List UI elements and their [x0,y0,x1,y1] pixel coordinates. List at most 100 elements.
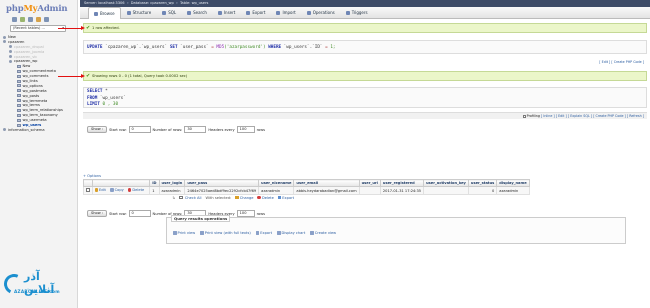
tab-label: Browse [100,10,115,16]
cell-display-name[interactable]: azaradmin [496,186,530,195]
structure-icon [126,11,131,15]
options-toggle[interactable]: + Options [83,174,101,178]
cell-user-pass[interactable]: 2464e7025aed8bdf9ec2292cfcb47f69 [184,186,260,195]
table-icon [17,103,21,107]
docs-icon[interactable] [28,17,33,22]
display-chart-link[interactable]: Display chart [277,231,305,235]
export-icon [255,231,260,235]
tab-search[interactable]: Search [182,7,212,19]
logout-icon[interactable] [20,17,25,22]
create-view-link[interactable]: Create view [310,231,336,235]
browse-icon [94,11,98,16]
tree-item-label: wp_term_taxonomy [22,113,58,118]
column-header-display-name[interactable]: display_name [496,179,530,187]
navigation-panel: phpMyAdmin (Recent tables) ... ▾ Newcpaz… [0,0,78,308]
table-icon [17,94,21,98]
copy-link[interactable]: Copy [110,188,124,192]
cell-user-registered[interactable]: 2017-01-31 17:24:35 [379,186,425,195]
delete-link[interactable]: Delete [127,188,144,192]
tab-label: Operations [312,10,335,15]
export-selected-button[interactable]: Export [277,196,294,200]
tree-item-19[interactable]: information_schema [3,128,77,133]
cell-user-nicename[interactable]: azaradmin [258,186,295,195]
tab-operations[interactable]: Operations [302,7,340,19]
query-action-links[interactable]: [ Inline ] [ Edit ] [ Explain SQL ] [ Cr… [541,114,644,118]
tab-sql[interactable]: SQL [157,7,181,19]
copy-icon [110,188,114,192]
column-header-user-activation-key[interactable]: user_activation_key [423,179,469,187]
export-link[interactable]: Export [255,231,272,235]
tab-label: Search [193,10,207,15]
column-header-blank [91,179,151,187]
tree-item-label: wp_usermeta [22,118,47,123]
check-all-link[interactable]: Check All [179,195,202,200]
sql-update-links[interactable]: [ Edit ] [ Create PHP Code ] [599,60,644,64]
success-text: 1 row affected. [92,26,120,30]
breadcrumb-server[interactable]: Server: localhost:3306 [84,1,125,5]
pencil-icon [235,195,239,200]
print-view-link[interactable]: Print view [173,231,195,235]
query-results-operations-legend: Query results operations [171,215,231,222]
view-icon [310,231,314,235]
annotation-arrow-2 [58,74,85,78]
database-icon [3,35,6,39]
tab-structure[interactable]: Structure [122,7,157,19]
column-header-user-url[interactable]: user_url [358,179,381,187]
cell-id[interactable]: 1 [149,186,160,195]
cell-user-email[interactable]: abbis.heydarabadian@gmail.com [293,186,360,195]
settings-icon[interactable] [36,17,41,22]
breadcrumb-database[interactable]: Database: cpazaren_wp [131,1,174,5]
start-row-input[interactable]: 0 [128,210,151,217]
delete-selected-button[interactable]: Delete [257,195,274,200]
success-text: Showing rows 0 - 0 (1 total, Query took … [92,74,188,78]
tab-browse[interactable]: Browse [88,7,121,19]
print-icon [173,231,177,235]
sql-select-links[interactable]: Profiling [ Inline ] [ Edit ] [ Explain … [522,114,644,118]
cell-user-login[interactable]: azaradmin [158,186,186,195]
cell-user-url[interactable] [358,186,381,195]
tab-triggers[interactable]: Triggers [341,7,373,19]
table-icon [17,118,21,122]
tree-item-label: cpazaren [8,39,25,44]
query-results-operations: Query results operations Print view Prin… [166,215,626,244]
row-checkbox[interactable] [86,188,90,192]
number-of-rows-input[interactable]: 30 [184,126,207,133]
annotation-arrow-1 [58,26,85,30]
phpmyadmin-logo[interactable]: phpMyAdmin [6,4,68,14]
show-button[interactable]: Show : [87,126,108,133]
sql-query-update: UPDATE `cpazaren_wp`.`wp_users` SET `use… [83,40,647,54]
row-checkbox-cell[interactable] [83,186,93,195]
column-header-user-email[interactable]: user_email [293,179,360,187]
check-all-checkbox[interactable] [179,195,183,200]
column-header-user-nicename[interactable]: user_nicename [258,179,295,187]
delete-icon [257,195,261,200]
tab-import[interactable]: Import [271,7,300,19]
tree-item-label: New [22,64,31,69]
column-header-id[interactable]: ID [149,179,160,187]
tab-export[interactable]: Export [241,7,270,19]
start-row-input[interactable]: 0 [128,126,151,133]
column-header-user-registered[interactable]: user_registered [379,179,425,187]
breadcrumb-table[interactable]: Table: wp_users [180,1,208,5]
tab-label: Triggers [351,10,368,15]
column-header-user-pass[interactable]: user_pass [184,179,260,187]
table-icon [17,79,21,83]
home-icon[interactable] [12,17,17,22]
reload-icon[interactable] [44,17,49,22]
edit-link[interactable]: Edit [94,188,106,192]
column-header-user-status[interactable]: user_status [467,179,498,187]
tree-item-label: New [8,35,16,39]
cell-user-activation-key[interactable] [423,186,469,195]
cell-user-status[interactable]: 0 [467,186,498,195]
column-header-user-login[interactable]: user_login [158,179,186,187]
show-button[interactable]: Show : [87,210,108,217]
tab-insert[interactable]: Insert [213,7,240,19]
change-button[interactable]: Change [235,196,253,200]
headers-every-input[interactable]: 100 [236,210,255,217]
profiling-checkbox[interactable] [522,114,526,118]
table-icon [17,113,21,117]
headers-every-input[interactable]: 100 [236,126,255,133]
print-view-full-link[interactable]: Print view (with full texts) [200,231,251,235]
database-icon [9,59,12,63]
tree-item-label: wp_postmeta [22,88,47,93]
